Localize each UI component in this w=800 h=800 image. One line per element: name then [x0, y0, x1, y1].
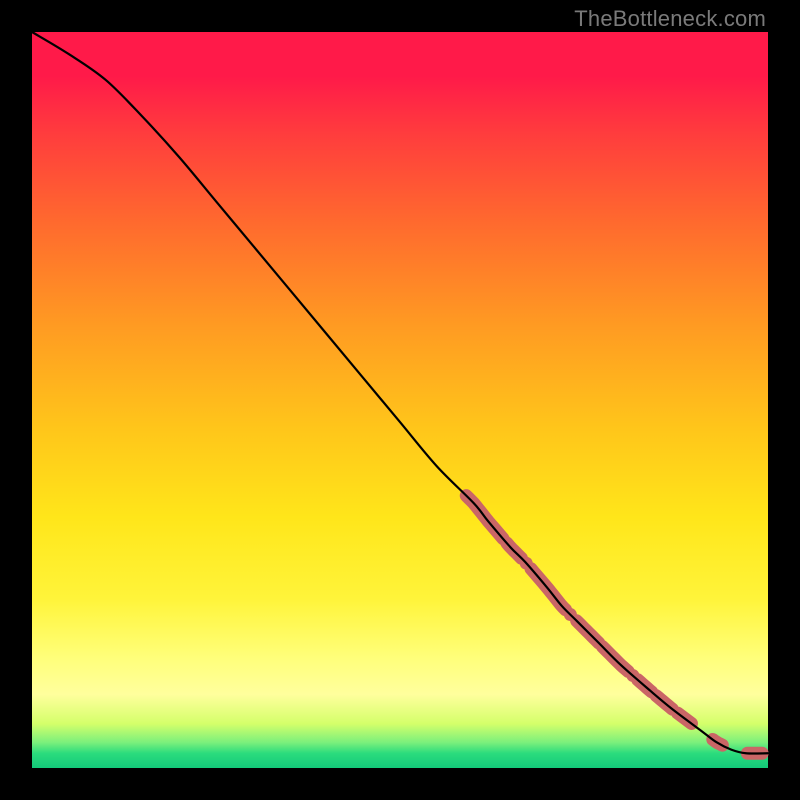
chart-frame: TheBottleneck.com — [0, 0, 800, 800]
watermark-text: TheBottleneck.com — [574, 6, 766, 32]
plot-area — [32, 32, 768, 768]
bottleneck-curve — [32, 32, 768, 754]
chart-svg — [32, 32, 768, 768]
highlight-segments — [466, 496, 762, 754]
